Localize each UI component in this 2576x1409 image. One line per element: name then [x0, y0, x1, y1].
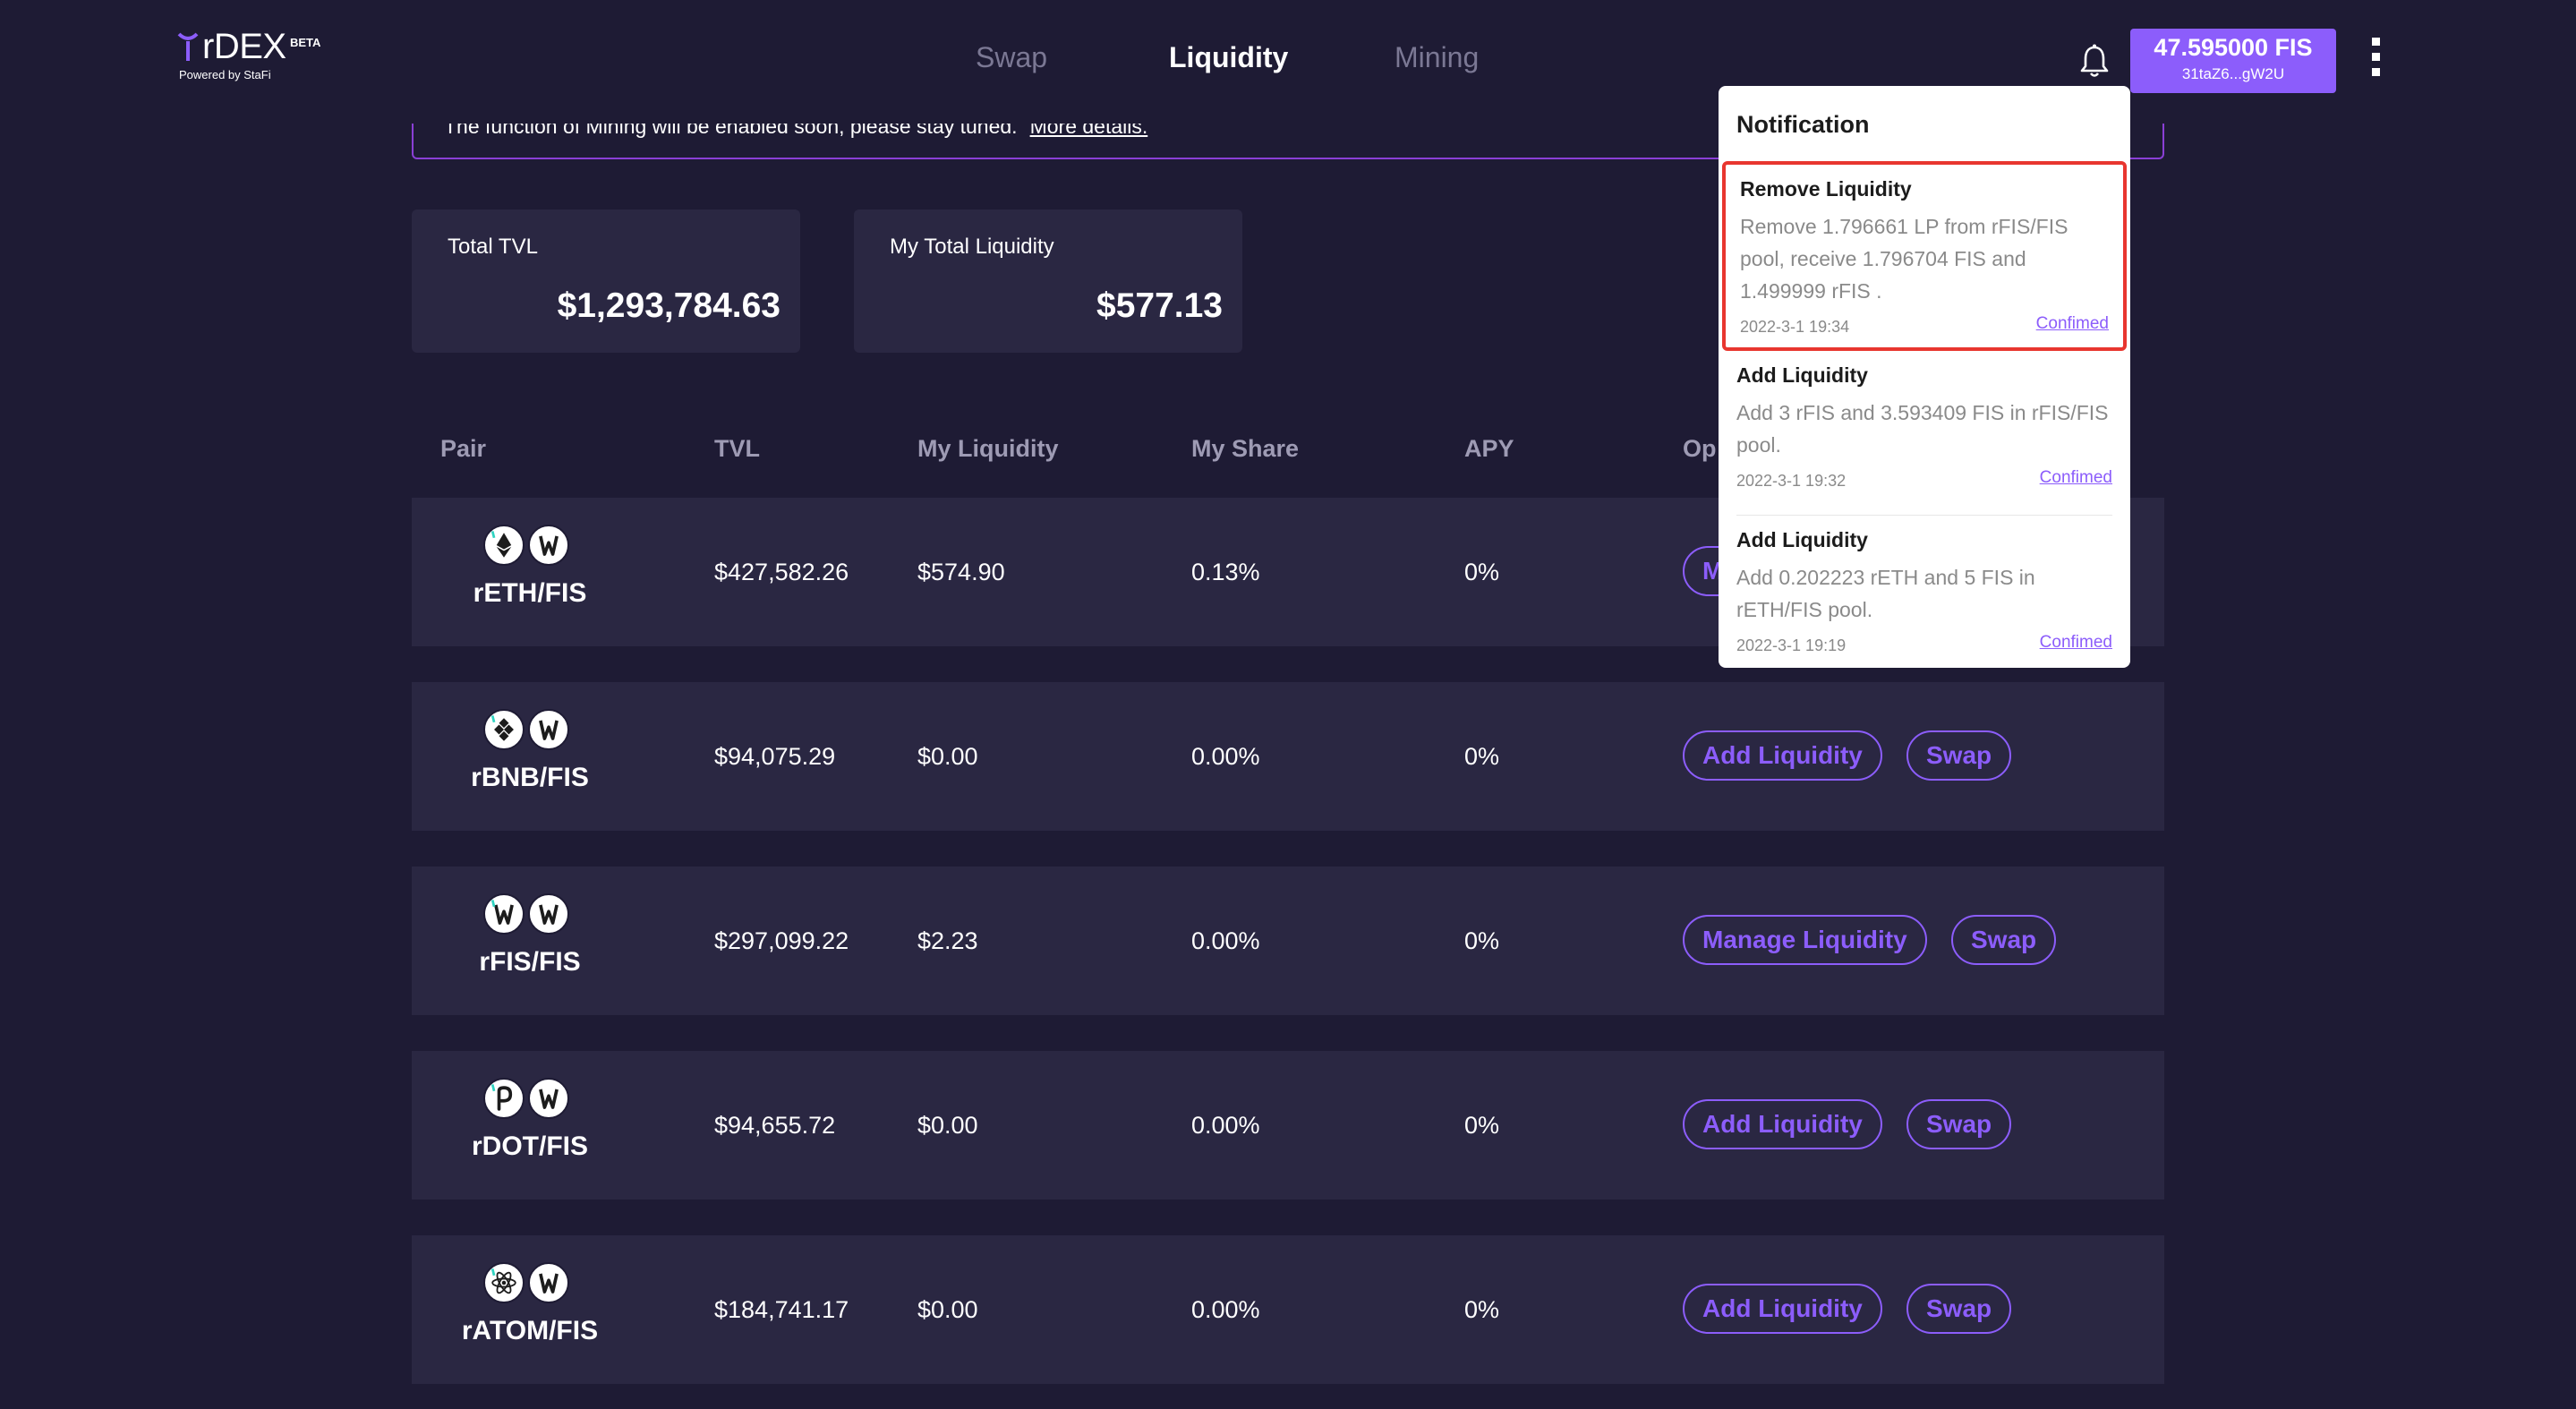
notification-list[interactable]: Remove Liquidity Remove 1.796661 LP from…: [1719, 161, 2130, 668]
total-tvl-value: $1,293,784.63: [557, 286, 780, 325]
fis-token-icon: [528, 1262, 569, 1303]
total-tvl-label: Total TVL: [448, 235, 538, 259]
reth-token-icon: [483, 525, 525, 566]
my-liquidity-value: $0.00: [917, 1112, 978, 1139]
bell-icon[interactable]: [2078, 43, 2111, 79]
notification-item-date: 2022-3-1 19:34: [1740, 318, 1850, 336]
notification-item-date: 2022-3-1 19:32: [1736, 472, 1847, 490]
rdot-token-icon: [483, 1078, 525, 1119]
more-vertical-icon[interactable]: [2365, 38, 2386, 86]
add-liquidity-button[interactable]: Add Liquidity: [1683, 730, 1882, 781]
my-liquidity-label: My Total Liquidity: [890, 235, 1054, 259]
notification-item-footer: 2022-3-1 19:19 Confimed: [1736, 631, 2112, 658]
header-my-liquidity: My Liquidity: [917, 435, 1059, 462]
my-liquidity-value: $0.00: [917, 1296, 978, 1323]
notification-item[interactable]: Remove Liquidity Remove 1.796661 LP from…: [1722, 161, 2127, 351]
notification-item-body: Remove 1.796661 LP from rFIS/FIS pool, r…: [1740, 215, 2068, 303]
fis-token-icon: [528, 709, 569, 750]
total-tvl-card: Total TVL $1,293,784.63: [412, 209, 800, 353]
table-row: rATOM/FIS $184,741.17 $0.00 0.00% 0% Add…: [412, 1235, 2164, 1384]
fis-token-icon: [528, 1078, 569, 1119]
my-share-value: 0.00%: [1191, 927, 1260, 954]
account-balance-button[interactable]: 47.595000 FIS 31taZ6...gW2U: [2130, 29, 2336, 93]
notification-item-title: Add Liquidity: [1736, 528, 1868, 551]
rfis-token-icon: [483, 893, 525, 935]
beta-badge: BETA: [290, 36, 321, 49]
apy-value: 0%: [1464, 743, 1500, 770]
notification-item-body: Add 0.202223 rETH and 5 FIS in rETH/FIS …: [1736, 566, 2035, 621]
pair-name: rFIS/FIS: [479, 947, 581, 977]
swap-button[interactable]: Swap: [1906, 1284, 2012, 1334]
header-tvl: TVL: [714, 435, 760, 462]
pair-icons: [483, 1078, 575, 1123]
apy-value: 0%: [1464, 559, 1500, 585]
add-liquidity-button[interactable]: Add Liquidity: [1683, 1284, 1882, 1334]
balance-amount: 47.595000 FIS: [2154, 34, 2313, 61]
add-liquidity-button[interactable]: Add Liquidity: [1683, 1099, 1882, 1149]
notification-title: Notification: [1736, 111, 1870, 138]
swap-button[interactable]: Swap: [1906, 1099, 2012, 1149]
pair-name: rDOT/FIS: [471, 1131, 588, 1161]
nav-liquidity[interactable]: Liquidity: [1169, 41, 1288, 74]
my-share-value: 0.00%: [1191, 743, 1260, 770]
header-my-share: My Share: [1191, 435, 1300, 462]
my-share-value: 0.00%: [1191, 1296, 1260, 1323]
table-row: rDOT/FIS $94,655.72 $0.00 0.00% 0% Add L…: [412, 1051, 2164, 1200]
ratom-token-icon: [483, 1262, 525, 1303]
notification-item-title: Add Liquidity: [1736, 363, 1868, 387]
apy-value: 0%: [1464, 927, 1500, 954]
logo-mark-icon: [177, 32, 199, 61]
my-liquidity-value: $574.90: [917, 559, 1005, 585]
tvl-value: $94,655.72: [714, 1112, 836, 1139]
my-liquidity-value: $577.13: [1096, 286, 1223, 325]
notification-item-body: Add 3 rFIS and 3.593409 FIS in rFIS/FIS …: [1736, 401, 2109, 457]
logo-name: rDEX: [202, 27, 286, 66]
notification-item[interactable]: Add Liquidity Add 0.202223 rETH and 5 FI…: [1736, 516, 2112, 668]
pair-name: rETH/FIS: [473, 578, 587, 608]
my-share-value: 0.00%: [1191, 1112, 1260, 1139]
header-operation: Op: [1683, 435, 1717, 462]
notification-item-title: Remove Liquidity: [1740, 177, 1912, 201]
tvl-value: $94,075.29: [714, 743, 836, 770]
pair-icons: [483, 893, 575, 938]
nav-swap[interactable]: Swap: [976, 41, 1047, 74]
manage-liquidity-button[interactable]: Manage Liquidity: [1683, 915, 1927, 965]
my-liquidity-value: $0.00: [917, 743, 978, 770]
apy-value: 0%: [1464, 1296, 1500, 1323]
nav-mining[interactable]: Mining: [1395, 41, 1479, 74]
wallet-address: 31taZ6...gW2U: [2181, 65, 2285, 82]
tvl-value: $184,741.17: [714, 1296, 849, 1323]
apy-value: 0%: [1464, 1112, 1500, 1139]
table-row: rFIS/FIS $297,099.22 $2.23 0.00% 0% Mana…: [412, 867, 2164, 1015]
my-share-value: 0.13%: [1191, 559, 1260, 585]
pair-icons: [483, 709, 575, 754]
tvl-value: $297,099.22: [714, 927, 849, 954]
my-total-liquidity-card: My Total Liquidity $577.13: [854, 209, 1242, 353]
swap-button[interactable]: Swap: [1951, 915, 2057, 965]
pair-icons: [483, 1262, 575, 1307]
pair-name: rBNB/FIS: [471, 763, 589, 792]
pair-icons: [483, 525, 575, 569]
fis-token-icon: [528, 525, 569, 566]
header-apy: APY: [1464, 435, 1514, 462]
top-header: rDEX BETA Powered by StaFi Swap Liquidit…: [0, 0, 2576, 124]
notification-item-status-link[interactable]: Confimed: [2040, 633, 2112, 653]
notification-panel[interactable]: Notification Remove Liquidity Remove 1.7…: [1719, 86, 2130, 668]
my-liquidity-value: $2.23: [917, 927, 978, 954]
header-pair: Pair: [440, 435, 487, 462]
logo-subtitle: Powered by StaFi: [179, 68, 271, 81]
tvl-value: $427,582.26: [714, 559, 849, 585]
notification-item[interactable]: Add Liquidity Add 3 rFIS and 3.593409 FI…: [1736, 351, 2112, 516]
table-row: rBNB/FIS $94,075.29 $0.00 0.00% 0% Add L…: [412, 682, 2164, 831]
fis-token-icon: [528, 893, 569, 935]
notification-item-status-link[interactable]: Confimed: [2036, 314, 2109, 334]
notification-item-footer: 2022-3-1 19:32 Confimed: [1736, 466, 2112, 493]
rbnb-token-icon: [483, 709, 525, 750]
notification-item-date: 2022-3-1 19:19: [1736, 636, 1847, 654]
swap-button[interactable]: Swap: [1906, 730, 2012, 781]
notification-item-footer: 2022-3-1 19:34 Confimed: [1740, 312, 2109, 339]
notification-item-status-link[interactable]: Confimed: [2040, 468, 2112, 488]
pair-name: rATOM/FIS: [461, 1316, 599, 1345]
